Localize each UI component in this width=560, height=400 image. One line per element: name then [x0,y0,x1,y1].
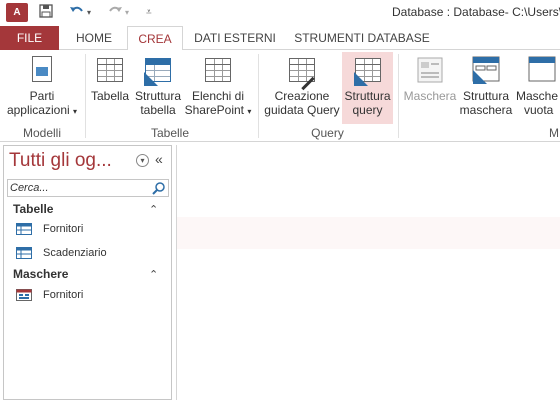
query-wizard-icon [286,54,318,91]
access-app-icon[interactable]: A [6,3,28,22]
table-design-label-2: tabella [140,103,176,117]
nav-title[interactable]: Tutti gli og... [9,150,112,172]
query-design-button[interactable]: Struttura query [342,52,393,124]
group-label-tabelle: Tabelle [150,126,190,140]
nav-header: Tutti gli og... ▾ « [4,146,171,178]
ribbon-tabs: FILE HOME CREA DATI ESTERNI STRUMENTI DA… [0,26,560,51]
table-icon [16,223,32,235]
form-icon [414,54,446,86]
table-design-icon [142,54,174,86]
blank-form-icon [526,54,558,86]
tab-strumenti-database[interactable]: STRUMENTI DATABASE [290,26,434,50]
group-separator [85,54,86,138]
group-separator [398,54,399,138]
application-parts-label-2: applicazioni ▾ [6,103,78,117]
table-design-button[interactable]: Struttura tabella [132,52,184,124]
sharepoint-lists-label-2: SharePoint ▾ [184,103,252,117]
work-area-band [177,217,560,249]
blank-form-label-1: Masche [516,89,559,103]
redo-dropdown-icon[interactable]: ▾ [125,3,129,23]
query-wizard-label-1: Creazione [274,89,330,103]
title-bar: A ▾ ▾ ⩡ Database : Database- C:\Users\O [0,0,560,26]
form-label: Maschera [403,89,457,103]
group-label-modelli: Modelli [22,126,61,140]
blank-form-label-2: vuota [524,103,554,117]
application-parts-icon [32,56,52,82]
table-label: Tabella [90,89,130,103]
ribbon: Parti applicazioni ▾ Modelli Tabella Str… [0,50,560,142]
collapse-pane-icon[interactable]: « [155,151,163,167]
sharepoint-lists-label-1: Elenchi di [191,89,245,103]
undo-dropdown-icon[interactable]: ▾ [87,3,91,23]
application-parts-button[interactable]: Parti applicazioni ▾ [2,52,82,124]
group-label-query: Query [311,126,344,140]
tab-crea[interactable]: CREA [127,26,183,51]
section-header-tabelle[interactable]: Tabelle [13,202,53,216]
undo-icon[interactable] [68,3,86,23]
form-icon [16,289,32,301]
navigation-pane: Tutti gli og... ▾ « Tabelle ⌃ Fornitori … [3,145,172,400]
nav-item-label: Fornitori [43,223,84,235]
table-icon [16,247,32,259]
table-design-label-1: Struttura [134,89,182,103]
nav-menu-dropdown-icon[interactable]: ▾ [136,154,149,167]
sharepoint-lists-button[interactable]: Elenchi di SharePoint ▾ [184,52,252,124]
application-parts-label-1: Parti [29,89,55,103]
tab-home[interactable]: HOME [66,26,122,50]
customize-qat-icon[interactable]: ⩡ [146,3,152,23]
save-icon[interactable] [38,3,54,23]
nav-item-label: Fornitori [43,289,84,301]
sharepoint-lists-icon [205,58,231,82]
table-icon [97,58,123,82]
group-separator [258,54,259,138]
work-area [176,145,560,400]
form-design-label-2: maschera [459,103,513,117]
table-button[interactable]: Tabella [88,52,132,124]
tab-dati-esterni[interactable]: DATI ESTERNI [188,26,282,50]
group-label-maschere: M [549,126,559,140]
redo-icon[interactable] [106,3,124,23]
form-design-button[interactable]: Struttura maschera [458,52,514,124]
search-icon[interactable] [152,181,166,195]
chevron-down-icon: ▾ [73,107,78,116]
chevron-down-icon: ▾ [247,107,252,116]
section-header-maschere[interactable]: Maschere [13,267,68,281]
collapse-section-icon[interactable]: ⌃ [149,203,158,216]
form-button[interactable]: Maschera [402,52,458,124]
blank-form-button[interactable]: Masche vuota [514,52,560,124]
window-title: Database : Database- C:\Users\O [392,5,560,19]
query-wizard-button[interactable]: Creazione guidata Query [262,52,342,124]
form-design-icon [470,54,502,86]
query-wizard-label-2: guidata Query [264,103,340,117]
search-input[interactable] [8,180,148,196]
query-design-label-1: Struttura [344,89,391,103]
query-design-icon [352,54,384,86]
collapse-section-icon[interactable]: ⌃ [149,268,158,281]
nav-item-label: Scadenziario [43,247,107,259]
tab-file[interactable]: FILE [0,26,59,50]
nav-search [7,179,169,197]
form-design-label-1: Struttura [462,89,510,103]
query-design-label-2: query [352,103,383,117]
